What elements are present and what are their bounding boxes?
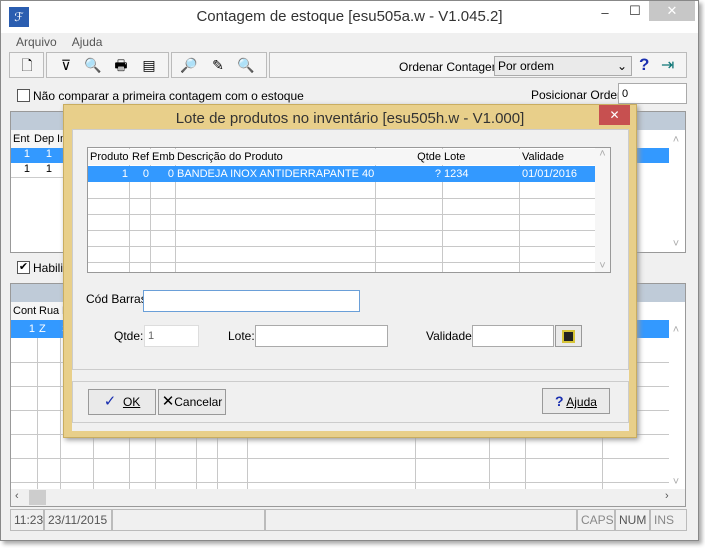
dialog-title: Lote de produtos no inventário [esu505h.… (175, 110, 525, 127)
ok-button[interactable]: ✓ OK (88, 389, 156, 415)
cancel-label: Cancelar (174, 395, 223, 409)
menu-ajuda[interactable]: Ajuda (72, 35, 103, 49)
order-select-value: Por ordem (498, 59, 555, 73)
scroll-left-icon[interactable]: ‹ (15, 490, 19, 502)
exit-icon[interactable]: ⇥ (661, 55, 674, 75)
validity-label: Validade: (426, 329, 476, 343)
minimize-button[interactable]: ‒ (590, 5, 620, 25)
lot-grid: Produto Ref Emb Descrição do Produto Qtd… (87, 147, 611, 273)
col-dep: Dep (34, 133, 55, 145)
status-num: NUM (615, 509, 650, 531)
dialog-close-button[interactable]: ✕ (599, 105, 630, 125)
lower-vscrollbar[interactable]: ˄ ˅ (669, 320, 683, 490)
print-icon[interactable]: 🖶 (111, 55, 131, 75)
filter-icon[interactable]: ⊽ (56, 55, 76, 75)
col-cont: Cont (13, 305, 37, 317)
col-rua: Rua (39, 305, 60, 317)
menu-arquivo[interactable]: Arquivo (16, 35, 57, 49)
search-document-icon[interactable]: 🔍 (83, 55, 103, 75)
zoom-list-icon[interactable]: 🔍 (236, 55, 256, 75)
checkmark-icon: ✓ (103, 393, 117, 410)
qty-input[interactable] (144, 325, 199, 347)
help-icon: ? (555, 393, 564, 409)
table-row[interactable]: 1 1 (11, 163, 71, 178)
status-panel (265, 509, 577, 531)
order-select[interactable]: Por ordem ⌄ (494, 56, 632, 76)
status-date: 23/11/2015 (44, 509, 112, 531)
preview-icon[interactable]: 🔎 (179, 55, 199, 75)
no-compare-label: Não comparar a primeira contagem com o e… (33, 89, 304, 103)
upper-grid-header: Ent Dep In (11, 130, 71, 148)
lot-grid-vscrollbar[interactable]: ˄ ˅ (595, 148, 610, 272)
col-lote: Lote (444, 151, 466, 163)
maximize-button[interactable]: ☐ (620, 3, 650, 23)
floppy-disk-icon (562, 330, 575, 344)
chevron-down-icon: ⌄ (616, 59, 627, 73)
help-label: Ajuda (566, 395, 597, 409)
hscroll-thumb[interactable] (29, 490, 46, 505)
scroll-down-icon[interactable]: ˅ (595, 260, 610, 272)
no-compare-checkbox[interactable] (17, 89, 30, 102)
ok-label: OK (122, 395, 141, 409)
help-button[interactable]: ? Ajuda (542, 388, 610, 414)
x-icon: ✕ (161, 393, 175, 410)
scroll-up-icon[interactable]: ˄ (669, 134, 683, 146)
col-produto: Produto (90, 151, 129, 163)
col-descricao: Descrição do Produto (177, 151, 283, 163)
window-icon[interactable]: ▤ (139, 55, 159, 75)
close-button[interactable]: ✕ (649, 1, 695, 21)
col-ref: Ref (132, 151, 150, 163)
col-qtde: Qtde (417, 151, 441, 163)
scroll-down-icon[interactable]: ˅ (669, 476, 683, 488)
status-caps: CAPS (577, 509, 615, 531)
status-ins: INS (650, 509, 687, 531)
position-input[interactable] (618, 83, 687, 104)
col-ent: Ent (13, 133, 30, 145)
dialog-body: Produto Ref Emb Descrição do Produto Qtd… (72, 129, 629, 431)
edit-check-icon[interactable]: ✎ (208, 55, 228, 75)
status-time: 11:23 (10, 509, 44, 531)
qty-label: Qtde: (114, 329, 144, 343)
lot-grid-header: Produto Ref Emb Descrição do Produto Qtd… (88, 149, 595, 165)
lot-input[interactable] (255, 325, 388, 347)
validity-input[interactable] (472, 325, 554, 347)
title-bar: ℱ Contagem de estoque [esu505a.w - V1.04… (1, 1, 698, 33)
upper-vscrollbar[interactable]: ˄ ˅ (669, 130, 683, 252)
menu-bar: Arquivo Ajuda (16, 35, 114, 49)
cancel-button[interactable]: ✕Cancelar (158, 389, 226, 415)
order-label: Ordenar Contagem: (399, 60, 506, 74)
save-button[interactable] (555, 325, 582, 347)
scroll-up-icon[interactable]: ˄ (669, 324, 683, 336)
lot-label: Lote: (228, 329, 255, 343)
lower-hscrollbar[interactable]: ‹ › (11, 489, 685, 506)
col-emb: Emb (152, 151, 175, 163)
lot-dialog: Lote de produtos no inventário [esu505h.… (63, 104, 637, 438)
col-validade: Validade (522, 151, 564, 163)
barcode-input[interactable] (143, 290, 360, 312)
help-icon[interactable]: ? (639, 55, 649, 75)
lower-grid-header: Cont Rua E (11, 302, 71, 320)
scroll-right-icon[interactable]: › (665, 490, 669, 502)
scroll-up-icon[interactable]: ˄ (595, 148, 610, 160)
status-panel (112, 509, 265, 531)
new-document-icon[interactable]: 🗋 (17, 55, 37, 75)
barcode-label: Cód Barras: (86, 292, 151, 306)
position-label: Posicionar Ordem: (531, 88, 631, 102)
scroll-down-icon[interactable]: ˅ (669, 238, 683, 250)
table-row[interactable]: 1 0 0 BANDEJA INOX ANTIDERRAPANTE 40 ? 1… (88, 166, 595, 182)
habilita-checkbox[interactable]: ✔ (17, 261, 30, 274)
